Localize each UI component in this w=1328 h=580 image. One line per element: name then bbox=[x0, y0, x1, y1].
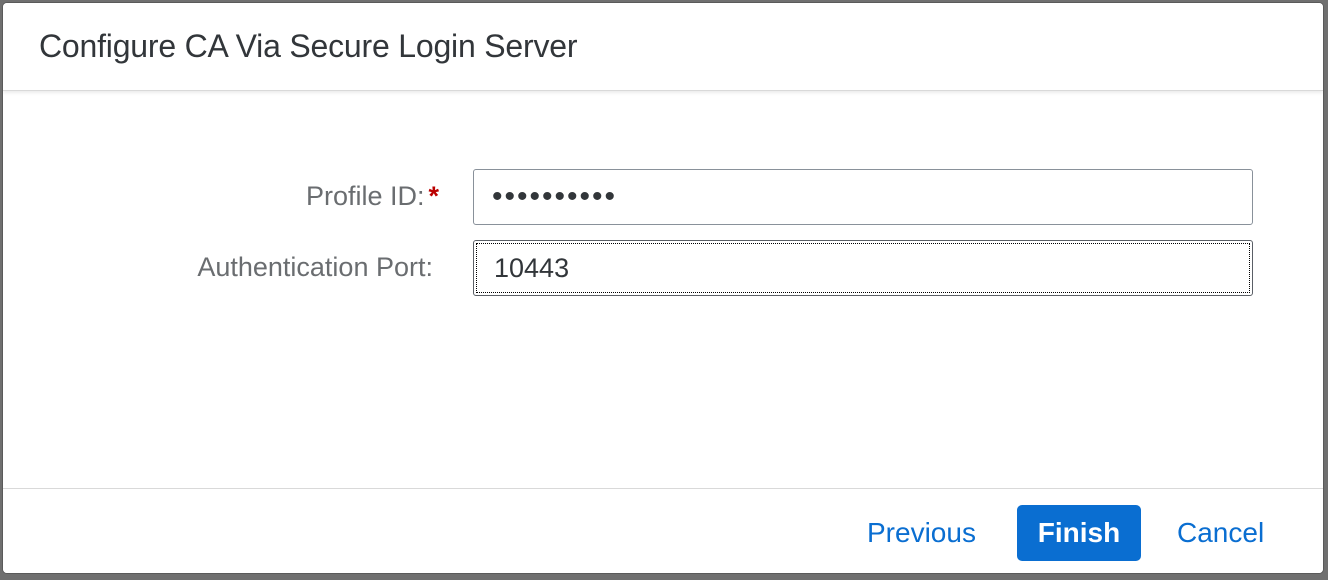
configure-ca-dialog: Configure CA Via Secure Login Server Pro… bbox=[2, 2, 1324, 574]
authentication-port-label: Authentication Port: bbox=[197, 252, 433, 282]
cancel-button[interactable]: Cancel bbox=[1161, 505, 1280, 561]
previous-button[interactable]: Previous bbox=[851, 505, 992, 561]
profile-id-label: Profile ID: * bbox=[306, 181, 439, 212]
profile-id-input[interactable] bbox=[473, 169, 1253, 225]
profile-id-row: Profile ID: * bbox=[3, 169, 1323, 225]
dialog-header: Configure CA Via Secure Login Server bbox=[3, 3, 1323, 91]
required-asterisk: * bbox=[428, 181, 439, 211]
dialog-title: Configure CA Via Secure Login Server bbox=[39, 28, 578, 64]
profile-id-label-text: Profile ID: bbox=[305, 181, 425, 211]
dialog-footer: Previous Finish Cancel bbox=[3, 488, 1323, 573]
authentication-port-row: Authentication Port: bbox=[3, 240, 1323, 296]
authentication-port-input[interactable] bbox=[473, 240, 1253, 296]
finish-button[interactable]: Finish bbox=[1017, 505, 1141, 561]
